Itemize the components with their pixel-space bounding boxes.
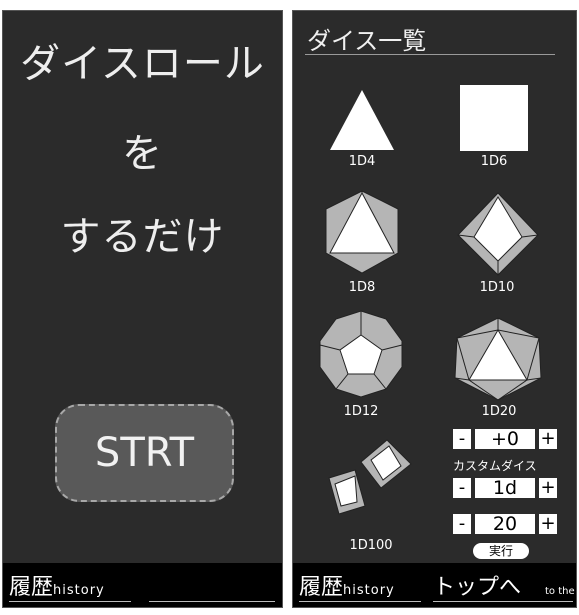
sides-minus-button[interactable]: -	[453, 514, 471, 534]
modifier-stepper: - +0 +	[453, 429, 557, 449]
sides-plus-button[interactable]: +	[539, 514, 557, 534]
history-link-label: 履歴	[9, 575, 54, 600]
footer-divider-line	[149, 601, 275, 602]
dice-count-field[interactable]: 1d	[475, 478, 535, 498]
history-link-right-sublabel: history	[343, 583, 395, 598]
footer-left: 履歴history	[3, 563, 282, 607]
hero-text-line-2: を	[122, 131, 163, 177]
to-top-link[interactable]: トップへ to the top	[433, 569, 576, 601]
modifier-plus-button[interactable]: +	[539, 429, 557, 449]
hero-text-line-1: ダイスロール	[20, 41, 265, 87]
die-label-1d10: 1D10	[479, 280, 515, 295]
history-right-underline	[299, 601, 421, 602]
footer-right: 履歴history トップへ to the top	[293, 563, 576, 607]
to-top-link-label: トップへ	[433, 575, 522, 600]
die-label-1d8: 1D8	[348, 280, 376, 295]
history-link-sublabel: history	[53, 583, 105, 598]
octahedron-icon[interactable]	[322, 189, 402, 279]
history-link-right[interactable]: 履歴history	[299, 569, 395, 601]
two-dice-icon[interactable]	[325, 436, 415, 530]
dice-count-stepper: - 1d +	[453, 478, 557, 498]
history-link[interactable]: 履歴history	[9, 569, 105, 601]
to-top-underline	[433, 601, 573, 602]
to-top-link-sublabel: to the top	[545, 586, 576, 597]
dice-count-plus-button[interactable]: +	[539, 478, 557, 498]
history-link-right-label: 履歴	[299, 575, 344, 600]
sides-stepper: - 20 +	[453, 514, 557, 534]
dodecahedron-icon[interactable]	[316, 309, 406, 403]
decahedron-icon[interactable]	[456, 191, 540, 281]
dice-count-minus-button[interactable]: -	[453, 478, 471, 498]
die-label-1d6: 1D6	[480, 154, 508, 169]
die-label-1d100: 1D100	[349, 538, 393, 553]
hero-text-line-3: するだけ	[60, 214, 225, 260]
run-button[interactable]: 実行	[473, 543, 529, 559]
tetrahedron-icon[interactable]	[328, 88, 396, 156]
left-panel: ダイスロール を するだけ STRT 履歴history	[2, 10, 283, 608]
start-button[interactable]: STRT	[55, 404, 234, 502]
cube-icon[interactable]	[459, 84, 529, 156]
icosahedron-icon[interactable]	[451, 316, 545, 406]
modifier-minus-button[interactable]: -	[453, 429, 471, 449]
die-label-1d20: 1D20	[481, 404, 517, 419]
die-label-1d4: 1D4	[348, 154, 376, 169]
title-divider	[305, 54, 555, 55]
custom-dice-label: カスタムダイス	[453, 459, 537, 473]
dice-list-title: ダイス一覧	[307, 27, 427, 55]
right-panel: ダイス一覧 1D4 1D6 1D8 1D10 1D12 1D20 1D100 -…	[292, 10, 577, 608]
die-label-1d12: 1D12	[343, 404, 379, 419]
history-underline	[9, 601, 131, 602]
sides-field[interactable]: 20	[475, 514, 535, 534]
modifier-field[interactable]: +0	[475, 429, 535, 449]
